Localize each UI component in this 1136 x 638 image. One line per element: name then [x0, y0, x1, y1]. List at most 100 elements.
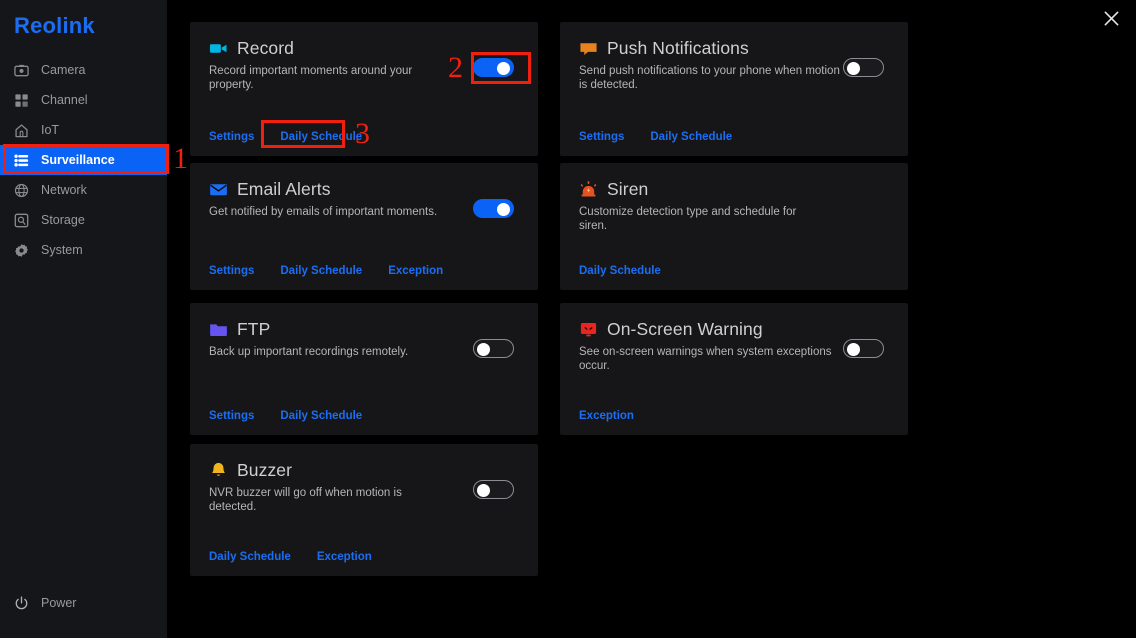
ftp-daily-schedule-link[interactable]: Daily Schedule: [280, 410, 362, 422]
close-button[interactable]: [1100, 10, 1122, 32]
card-description: Customize detection type and schedule fo…: [579, 206, 797, 232]
record-toggle[interactable]: [473, 58, 514, 77]
email-alerts-toggle[interactable]: [473, 199, 514, 218]
card-links: Settings Daily Schedule: [209, 410, 362, 422]
card-title: Email Alerts: [237, 179, 331, 199]
sidebar-item-system[interactable]: System: [0, 235, 167, 265]
card-title: Buzzer: [237, 460, 293, 480]
ftp-toggle[interactable]: [473, 339, 514, 358]
card-on-screen-warning: On-Screen Warning See on-screen warnings…: [560, 303, 908, 435]
card-header: Buzzer: [209, 460, 292, 481]
card-links: Daily Schedule: [579, 265, 661, 277]
annotation-number-1: 1: [173, 142, 188, 175]
bell-icon: [209, 461, 228, 480]
email-alerts-settings-link[interactable]: Settings: [209, 265, 254, 277]
card-header: Record: [209, 38, 294, 59]
hard-drive-icon: [13, 212, 29, 228]
toggle-knob: [847, 343, 860, 356]
envelope-icon: [209, 180, 228, 199]
monitor-warning-icon: [579, 320, 598, 339]
speech-bubble-icon: [579, 39, 598, 58]
push-notifications-daily-schedule-link[interactable]: Daily Schedule: [650, 131, 732, 143]
toggle-knob: [477, 484, 490, 497]
siren-daily-schedule-link[interactable]: Daily Schedule: [579, 265, 661, 277]
on-screen-warning-toggle[interactable]: [843, 339, 884, 358]
sidebar-nav: Camera Channel IoT Surveillance Network …: [0, 55, 167, 265]
record-settings-link[interactable]: Settings: [209, 131, 254, 143]
card-title: On-Screen Warning: [607, 319, 763, 339]
card-description: See on-screen warnings when system excep…: [579, 346, 832, 372]
sidebar-item-iot[interactable]: IoT: [0, 115, 167, 145]
card-links: Exception: [579, 410, 634, 422]
card-push-notifications: Push Notifications Send push notificatio…: [560, 22, 908, 156]
buzzer-daily-schedule-link[interactable]: Daily Schedule: [209, 551, 291, 563]
annotation-number-3: 3: [355, 117, 370, 150]
home-icon: [13, 122, 29, 138]
gear-icon: [13, 242, 29, 258]
push-notifications-toggle[interactable]: [843, 58, 884, 77]
power-icon: [13, 595, 29, 611]
reolink-surveillance-window: Reolink Camera Channel IoT Surveillance …: [0, 0, 1136, 638]
card-title: Record: [237, 38, 295, 58]
sidebar: Reolink Camera Channel IoT Surveillance …: [0, 0, 167, 638]
card-header: Email Alerts: [209, 179, 331, 200]
brand-logo: Reolink: [14, 13, 95, 38]
folder-icon: [209, 320, 228, 339]
card-siren: Siren Customize detection type and sched…: [560, 163, 908, 290]
email-alerts-daily-schedule-link[interactable]: Daily Schedule: [280, 265, 362, 277]
main-content: Record Record important moments around y…: [167, 0, 1136, 638]
globe-icon: [13, 182, 29, 198]
sidebar-item-storage[interactable]: Storage: [0, 205, 167, 235]
card-header: FTP: [209, 319, 270, 340]
card-description: NVR buzzer will go off when motion is de…: [209, 487, 402, 513]
close-icon: [1103, 10, 1120, 32]
card-email-alerts: Email Alerts Get notified by emails of i…: [190, 163, 538, 290]
video-camera-icon: [209, 39, 228, 58]
card-description: Get notified by emails of important mome…: [209, 206, 438, 218]
push-notifications-settings-link[interactable]: Settings: [579, 131, 624, 143]
toggle-knob: [477, 343, 490, 356]
sidebar-item-network[interactable]: Network: [0, 175, 167, 205]
sidebar-item-label: Power: [41, 596, 77, 610]
email-alerts-exception-link[interactable]: Exception: [388, 265, 443, 277]
card-title: FTP: [237, 319, 271, 339]
siren-icon: [579, 180, 598, 199]
sidebar-item-label: Surveillance: [41, 153, 115, 167]
ftp-settings-link[interactable]: Settings: [209, 410, 254, 422]
sidebar-item-surveillance[interactable]: Surveillance: [0, 145, 167, 175]
card-description: Back up important recordings remotely.: [209, 346, 409, 358]
sidebar-item-label: System: [41, 243, 83, 257]
record-daily-schedule-link[interactable]: Daily Schedule: [280, 131, 362, 143]
sidebar-item-label: Camera: [41, 63, 86, 77]
card-ftp: FTP Back up important recordings remotel…: [190, 303, 538, 435]
list-icon: [13, 152, 29, 168]
card-buzzer: Buzzer NVR buzzer will go off when motio…: [190, 444, 538, 576]
card-links: Daily Schedule Exception: [209, 551, 372, 563]
card-title: Siren: [607, 179, 649, 199]
card-links: Settings Daily Schedule: [209, 131, 362, 143]
card-description: Send push notifications to your phone wh…: [579, 65, 840, 91]
card-links: Settings Daily Schedule: [579, 131, 732, 143]
on-screen-warning-exception-link[interactable]: Exception: [579, 410, 634, 422]
toggle-knob: [497, 203, 510, 216]
card-title: Push Notifications: [607, 38, 749, 58]
sidebar-item-channel[interactable]: Channel: [0, 85, 167, 115]
card-links: Settings Daily Schedule Exception: [209, 265, 443, 277]
camera-icon: [13, 62, 29, 78]
annotation-number-2: 2: [448, 51, 463, 84]
buzzer-exception-link[interactable]: Exception: [317, 551, 372, 563]
sidebar-item-camera[interactable]: Camera: [0, 55, 167, 85]
grid-icon: [13, 92, 29, 108]
card-header: Push Notifications: [579, 38, 749, 59]
sidebar-item-label: IoT: [41, 123, 60, 137]
toggle-knob: [497, 62, 510, 75]
toggle-knob: [847, 62, 860, 75]
card-header: Siren: [579, 179, 648, 200]
card-description: Record important moments around your pro…: [209, 65, 413, 91]
sidebar-item-power[interactable]: Power: [0, 591, 167, 615]
sidebar-item-label: Channel: [41, 93, 88, 107]
sidebar-item-label: Network: [41, 183, 87, 197]
buzzer-toggle[interactable]: [473, 480, 514, 499]
sidebar-item-label: Storage: [41, 213, 85, 227]
card-header: On-Screen Warning: [579, 319, 763, 340]
